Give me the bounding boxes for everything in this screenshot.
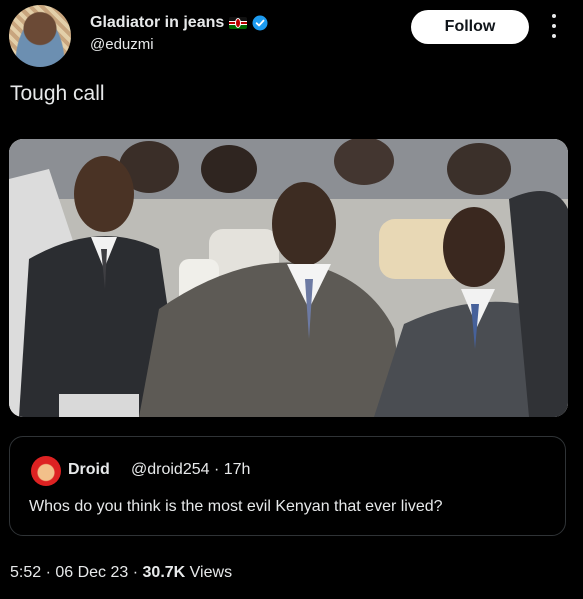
- quote-author-name: Droid: [68, 461, 110, 478]
- quote-author-avatar: [31, 456, 61, 486]
- author-name-row[interactable]: Gladiator in jeans: [90, 14, 268, 32]
- tweet-photo[interactable]: [9, 139, 568, 417]
- author-name[interactable]: Gladiator in jeans: [90, 14, 224, 32]
- view-count: 30.7K: [142, 564, 186, 581]
- tweet-meta: 5:52 · 06 Dec 23 · 30.7K Views: [10, 564, 233, 581]
- follow-button[interactable]: Follow: [411, 10, 529, 44]
- quote-time: 17h: [223, 461, 251, 478]
- more-vertical-icon[interactable]: [549, 14, 559, 38]
- tweet-time[interactable]: 5:52: [10, 564, 41, 581]
- tweet-text: Tough call: [10, 82, 105, 105]
- quote-text: Whos do you think is the most evil Kenya…: [29, 498, 443, 515]
- quoted-tweet[interactable]: Droid @droid254 · 17h Whos do you think …: [9, 436, 566, 536]
- photo-illustration: [9, 139, 568, 417]
- tweet-date[interactable]: 06 Dec 23: [55, 564, 128, 581]
- kenya-flag-icon: [229, 17, 248, 29]
- quote-author-meta: @droid254 · 17h: [131, 461, 251, 478]
- verified-badge-icon: [252, 15, 268, 31]
- author-handle[interactable]: @eduzmi: [90, 36, 154, 53]
- views-label: Views: [189, 564, 233, 581]
- tweet-header: Gladiator in jeans @eduzmi Follow: [0, 0, 583, 70]
- author-avatar[interactable]: [9, 5, 71, 67]
- quote-author-handle: @droid254: [131, 461, 210, 478]
